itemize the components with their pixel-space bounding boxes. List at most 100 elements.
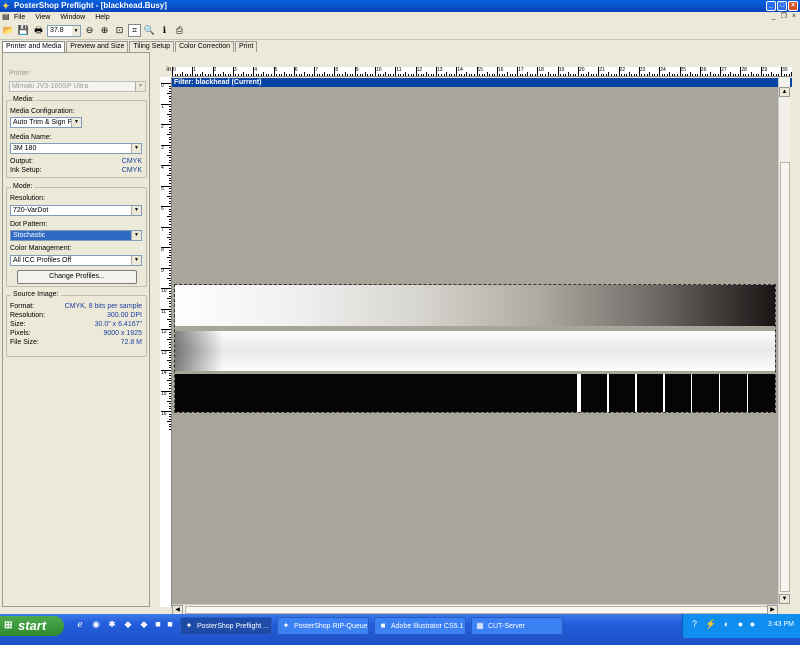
task-postershop-rip-queue[interactable]: ✦ PosterShop RIP-Queue: [277, 617, 369, 635]
update-tray-icon[interactable]: ●: [747, 619, 758, 630]
resolution-select[interactable]: 720-VarDot ▼: [10, 205, 142, 216]
document-icon[interactable]: ▤: [2, 12, 10, 22]
ruler-tick: [567, 72, 569, 76]
ruler-tick: [649, 72, 651, 76]
print-queue-icon[interactable]: 🖶: [32, 24, 45, 37]
zoom-combo[interactable]: 37.8 ▼: [47, 24, 81, 37]
chevron-down-icon[interactable]: ▼: [131, 231, 141, 240]
task-adobe-illustrator[interactable]: ■ Adobe Illustrator CS5.1: [374, 617, 466, 635]
ruler-tick: [694, 74, 696, 76]
scroll-up-icon[interactable]: ▲: [779, 87, 790, 97]
scroll-down-icon[interactable]: ▼: [779, 594, 790, 604]
info-icon[interactable]: ℹ: [158, 24, 171, 37]
ai-icon[interactable]: ■: [164, 618, 176, 630]
task-postershop-preflight[interactable]: ✦ PosterShop Preflight ...: [180, 617, 272, 635]
gap-line: [607, 374, 609, 412]
ruler-tick: [169, 326, 171, 328]
crop-icon[interactable]: ⌗: [128, 24, 141, 37]
ruler-tick: [253, 67, 255, 76]
open-icon[interactable]: 📂: [2, 24, 15, 37]
ruler-tick: [352, 74, 354, 76]
vertical-scroll-thumb[interactable]: [780, 162, 790, 592]
ruler-tick: [456, 67, 458, 76]
tab-preview-and-size[interactable]: Preview and Size: [66, 41, 129, 52]
chevron-down-icon[interactable]: ▼: [131, 256, 141, 265]
ruler-tick: [169, 367, 171, 369]
ruler-tick: [732, 74, 734, 76]
media-name-select[interactable]: 3M 180 ▼: [10, 143, 142, 154]
network-tray-icon[interactable]: ⚡: [705, 619, 716, 630]
task-cut-server[interactable]: ▦ CUT-Server: [471, 617, 563, 635]
print-icon[interactable]: ⎙: [173, 24, 186, 37]
ruler-tick: [167, 318, 171, 320]
media-config-select[interactable]: Auto Trim & Sign Pro ▼: [10, 117, 82, 128]
postershop-icon: ✦: [185, 621, 193, 630]
ruler-tick: [250, 74, 252, 76]
menu-file[interactable]: File: [14, 14, 25, 21]
ruler-tick: [243, 72, 245, 76]
firefox-icon[interactable]: ◉: [90, 618, 102, 630]
ruler-tick: [169, 313, 171, 315]
ruler-tick: [220, 74, 222, 76]
security-tray-icon[interactable]: ●: [735, 619, 746, 630]
pixels-value: 9000 x 1925: [103, 330, 142, 337]
maximize-button[interactable]: □: [777, 1, 787, 11]
mdi-close-icon[interactable]: ×: [792, 12, 796, 22]
ruler-tick: [169, 364, 171, 366]
ruler-tick-label: 21: [599, 67, 605, 73]
ruler-tick: [433, 74, 435, 76]
ruler-unit: in: [152, 67, 172, 77]
menu-view[interactable]: View: [35, 14, 50, 21]
tool-icon[interactable]: ✱: [106, 618, 118, 630]
change-profiles-button[interactable]: Change Profiles...: [17, 270, 137, 284]
ruler-tick: [331, 74, 333, 76]
ruler-tick: [522, 74, 524, 76]
app-quick-icon[interactable]: ◆: [122, 618, 134, 630]
horizontal-scrollbar[interactable]: ◀ ▶: [172, 604, 778, 615]
horizontal-scroll-thumb[interactable]: [185, 606, 775, 614]
tab-print[interactable]: Print: [235, 41, 258, 52]
ruler-tick: [461, 74, 463, 76]
fit-icon[interactable]: ⊡: [113, 24, 126, 37]
mdi-minimize-icon[interactable]: _: [772, 12, 776, 22]
gap-line: [747, 374, 748, 412]
ruler-tick: [230, 74, 232, 76]
ruler-tick: [484, 74, 486, 76]
vertical-scrollbar[interactable]: ▲ ▼: [778, 77, 790, 604]
save-icon[interactable]: 💾: [17, 24, 30, 37]
ps-icon[interactable]: ■: [152, 618, 164, 630]
ruler-tick: [169, 344, 171, 346]
magnify-icon[interactable]: 🔍: [143, 24, 156, 37]
chevron-down-icon[interactable]: ▼: [131, 144, 141, 153]
app-quick-icon-2[interactable]: ◆: [138, 618, 150, 630]
ruler-tick: [227, 74, 229, 76]
ruler-tick: [395, 67, 397, 76]
printer-label: Printer: [9, 70, 30, 77]
ruler-tick: [169, 285, 171, 287]
minimize-button[interactable]: _: [766, 1, 776, 11]
help-tray-icon[interactable]: ?: [689, 619, 700, 630]
color-management-select[interactable]: All ICC Profiles Off ▼: [10, 255, 142, 266]
menu-help[interactable]: Help: [95, 14, 109, 21]
ruler-tick: [326, 74, 328, 76]
ie-icon[interactable]: ℯ: [74, 618, 86, 630]
gradient-strip-vertical: [175, 331, 775, 371]
chevron-down-icon[interactable]: ▼: [71, 118, 81, 127]
close-button[interactable]: ×: [788, 1, 798, 11]
zoom-out-icon[interactable]: ⊖: [83, 24, 96, 37]
mdi-restore-icon[interactable]: ❐: [781, 12, 787, 22]
ruler-tick: [697, 74, 699, 76]
chevron-down-icon[interactable]: ▼: [72, 25, 80, 36]
black-strip: [175, 374, 775, 412]
dot-pattern-select[interactable]: Stochastic ▼: [10, 230, 142, 241]
start-button[interactable]: ⊞ start: [0, 616, 64, 636]
chevron-down-icon[interactable]: ▼: [131, 206, 141, 215]
ruler-tick: [367, 74, 369, 76]
speaker-tray-icon[interactable]: ◐: [721, 619, 732, 630]
zoom-in-icon[interactable]: ⊕: [98, 24, 111, 37]
menu-window[interactable]: Window: [60, 14, 85, 21]
ruler-tick: [730, 72, 732, 76]
tab-color-correction[interactable]: Color Correction: [175, 41, 235, 52]
tab-tiling-setup[interactable]: Tiling Setup: [129, 41, 175, 52]
cut-server-icon: ▦: [476, 621, 484, 630]
